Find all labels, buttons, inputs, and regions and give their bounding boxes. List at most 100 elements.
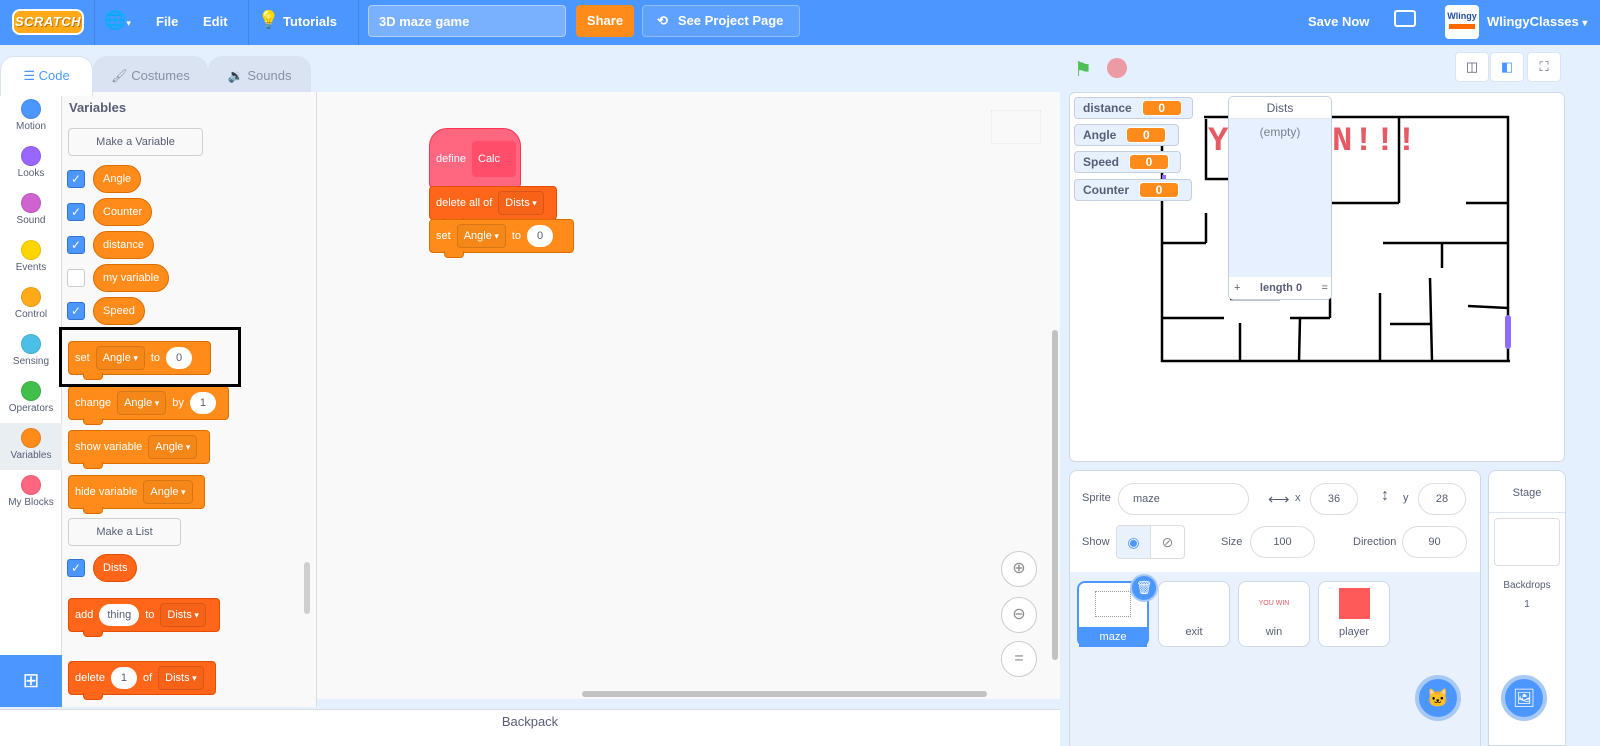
variable-reporter-speed[interactable]: Speed xyxy=(93,297,145,325)
monitor-distance[interactable]: distance 0 xyxy=(1074,97,1193,119)
list-dropdown[interactable]: Dists xyxy=(158,666,204,690)
delete-sprite-trash-icon[interactable]: 🗑 xyxy=(1130,574,1158,602)
delete-all-of-list-block[interactable]: delete all of Dists xyxy=(429,186,557,225)
y-input[interactable]: 28 xyxy=(1418,483,1466,515)
variable-reporter-angle[interactable]: Angle xyxy=(93,165,142,193)
category-motion[interactable]: Motion xyxy=(0,94,62,141)
variable-reporter-distance[interactable]: distance xyxy=(93,231,154,259)
category-operators[interactable]: Operators xyxy=(0,376,62,423)
direction-input[interactable]: 90 xyxy=(1402,526,1467,558)
list-add-button[interactable]: + xyxy=(1234,282,1240,294)
edit-menu[interactable]: Edit xyxy=(203,14,228,29)
category-control[interactable]: Control xyxy=(0,282,62,329)
show-sprite-button[interactable]: ◉ xyxy=(1116,525,1151,559)
list-dropdown[interactable]: Dists xyxy=(160,603,206,627)
file-menu[interactable]: File xyxy=(156,14,178,29)
project-title-input[interactable]: 3D maze game xyxy=(368,5,566,37)
variable-reporter-counter[interactable]: Counter xyxy=(93,198,153,226)
backdrops-count: 1 xyxy=(1524,599,1530,610)
set-variable-block[interactable]: set Angle to 0 xyxy=(429,219,574,258)
sprite-thumb-win[interactable]: YOU WIN win xyxy=(1238,581,1310,647)
sensing-dot-icon xyxy=(21,334,41,354)
category-my-blocks[interactable]: My Blocks xyxy=(0,470,62,517)
zoom-reset-button[interactable]: = xyxy=(1001,641,1037,677)
list-dropdown[interactable]: Dists xyxy=(498,191,544,215)
value-input[interactable]: 1 xyxy=(110,667,137,689)
category-variables[interactable]: Variables xyxy=(0,423,62,470)
hide-variable-block[interactable]: hide variable Angle xyxy=(68,475,205,514)
variable-dropdown[interactable]: Angle xyxy=(456,224,506,248)
save-now-button[interactable]: Save Now xyxy=(1308,14,1369,29)
value-input[interactable]: 0 xyxy=(527,225,554,247)
make-variable-button[interactable]: Make a Variable xyxy=(68,128,203,156)
list-checkbox-dists[interactable]: ✓ xyxy=(67,559,85,577)
category-sound[interactable]: Sound xyxy=(0,188,62,235)
add-extension-button[interactable]: ⊞ xyxy=(0,655,62,707)
normal-stage-button[interactable]: ◧ xyxy=(1490,52,1524,82)
green-flag-icon[interactable]: ⚑ xyxy=(1074,57,1092,82)
list-resize-handle[interactable]: = xyxy=(1322,282,1328,294)
workspace-vertical-scrollbar[interactable] xyxy=(1052,330,1058,660)
variable-checkbox-speed[interactable]: ✓ xyxy=(67,302,85,320)
tutorials-lightbulb-icon[interactable]: 💡 xyxy=(258,10,279,30)
sprite-thumb-player[interactable]: player xyxy=(1318,581,1390,647)
sprite-label: Sprite xyxy=(1082,492,1111,504)
palette-scrollbar[interactable] xyxy=(304,562,310,614)
my-stuff-folder-icon[interactable] xyxy=(1394,10,1416,27)
workspace-horizontal-scrollbar[interactable] xyxy=(582,691,987,697)
fullscreen-button[interactable]: ⛶ xyxy=(1527,52,1561,82)
category-label: Motion xyxy=(15,121,46,132)
variable-dropdown[interactable]: Angle xyxy=(117,391,167,415)
x-input[interactable]: 36 xyxy=(1310,483,1358,515)
show-variable-block[interactable]: show variable Angle xyxy=(68,430,210,469)
sprite-name: maze xyxy=(1079,627,1147,647)
list-monitor-dists[interactable]: Dists (empty) + length 0 = xyxy=(1228,96,1332,300)
list-reporter-dists[interactable]: Dists xyxy=(93,554,138,582)
sprite-name-input[interactable]: maze xyxy=(1118,483,1249,515)
variable-reporter-my-variable[interactable]: my variable xyxy=(93,264,170,292)
make-list-button[interactable]: Make a List xyxy=(68,518,181,546)
zoom-out-button[interactable]: ⊖ xyxy=(1001,597,1037,633)
language-globe-icon[interactable]: 🌐▾ xyxy=(104,10,131,31)
backpack[interactable]: Backpack xyxy=(0,709,1060,746)
block-text: by xyxy=(172,397,184,409)
variable-checkbox-counter[interactable]: ✓ xyxy=(67,203,85,221)
variable-dropdown[interactable]: Angle xyxy=(143,480,193,504)
username-menu[interactable]: WlingyClasses ▾ xyxy=(1487,14,1587,29)
add-to-list-block[interactable]: add thing to Dists xyxy=(68,598,220,637)
user-avatar[interactable]: Wlingy xyxy=(1445,5,1479,39)
value-input[interactable]: thing xyxy=(99,604,140,626)
change-variable-block[interactable]: change Angle by 1 xyxy=(68,386,229,425)
scratch-logo[interactable]: SCRATCH xyxy=(12,9,84,35)
variable-dropdown[interactable]: Angle xyxy=(148,435,198,459)
share-button[interactable]: Share xyxy=(576,5,634,37)
value-input[interactable]: 1 xyxy=(189,392,216,414)
define-calc-hat-block[interactable]: define Calc xyxy=(429,128,521,188)
tab-code-label: Code xyxy=(38,68,70,83)
variable-checkbox-angle[interactable]: ✓ xyxy=(67,170,85,188)
show-label: Show xyxy=(1082,536,1110,548)
small-stage-button[interactable]: ◫ xyxy=(1455,52,1489,82)
monitor-counter[interactable]: Counter 0 xyxy=(1074,179,1192,201)
choose-sprite-button[interactable]: 🐱 xyxy=(1415,675,1461,721)
monitor-label: Angle xyxy=(1083,128,1117,142)
monitor-angle[interactable]: Angle 0 xyxy=(1074,124,1179,146)
size-input[interactable]: 100 xyxy=(1250,526,1315,558)
category-events[interactable]: Events xyxy=(0,235,62,282)
monitor-speed[interactable]: Speed 0 xyxy=(1074,151,1181,173)
delete-of-list-block[interactable]: delete 1 of Dists xyxy=(68,661,216,700)
tab-costumes[interactable]: 🖌 Costumes xyxy=(93,56,208,94)
choose-backdrop-button[interactable]: 🖼 xyxy=(1501,675,1547,721)
category-sensing[interactable]: Sensing xyxy=(0,329,62,376)
hide-sprite-button[interactable]: ⊘ xyxy=(1150,525,1185,559)
tab-code[interactable]: ☰ Code xyxy=(0,56,93,96)
variable-checkbox-my-variable[interactable] xyxy=(67,269,85,287)
stop-icon[interactable] xyxy=(1107,58,1127,78)
tutorials-menu[interactable]: Tutorials xyxy=(283,14,337,29)
tab-sounds[interactable]: 🔉 Sounds xyxy=(208,56,311,94)
see-project-page-button[interactable]: ⟲ See Project Page xyxy=(642,5,800,37)
zoom-in-button[interactable]: ⊕ xyxy=(1001,551,1037,587)
sprite-thumb-exit[interactable]: exit xyxy=(1158,581,1230,647)
variable-checkbox-distance[interactable]: ✓ xyxy=(67,236,85,254)
category-looks[interactable]: Looks xyxy=(0,141,62,188)
